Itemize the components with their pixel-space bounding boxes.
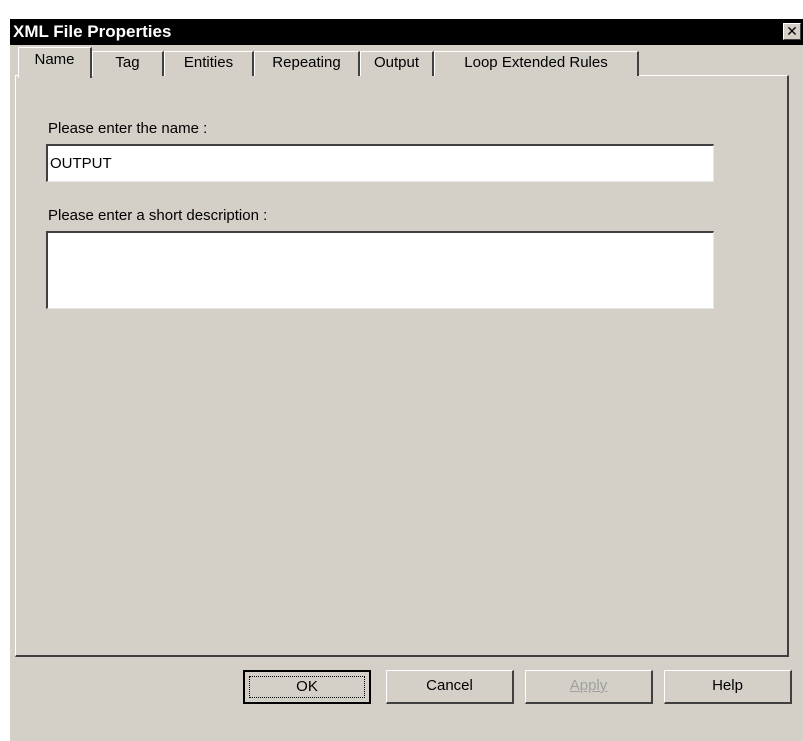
tab-repeating-label: Repeating xyxy=(272,54,341,71)
focus-rectangle xyxy=(249,676,365,698)
description-label: Please enter a short description : xyxy=(48,207,268,224)
tab-output-label: Output xyxy=(373,54,420,71)
description-textarea[interactable] xyxy=(46,231,714,309)
name-label: Please enter the name : xyxy=(48,120,208,137)
tab-name[interactable]: Name xyxy=(18,47,92,78)
tab-name-label: Name xyxy=(34,51,75,68)
tab-tag-label: Tag xyxy=(115,54,140,71)
tab-loop-extended-rules-label: Loop Extended Rules xyxy=(464,54,608,71)
apply-button-label: Apply xyxy=(569,677,608,694)
window-title: XML File Properties xyxy=(13,22,172,41)
ok-button[interactable]: OK xyxy=(243,670,371,704)
tab-repeating[interactable]: Repeating xyxy=(254,51,360,76)
cancel-button-label: Cancel xyxy=(426,677,473,694)
tab-loop-extended-rules[interactable]: Loop Extended Rules xyxy=(434,51,639,76)
help-button[interactable]: Help xyxy=(664,670,792,704)
tab-output[interactable]: Output xyxy=(360,51,434,76)
name-input[interactable] xyxy=(46,144,714,182)
tab-entities[interactable]: Entities xyxy=(164,51,254,76)
help-button-label: Help xyxy=(712,677,743,694)
cancel-button[interactable]: Cancel xyxy=(386,670,514,704)
title-bar: XML File Properties ✕ xyxy=(10,19,803,45)
tab-entities-label: Entities xyxy=(183,54,234,71)
apply-button: Apply xyxy=(525,670,653,704)
close-button[interactable]: ✕ xyxy=(783,23,801,40)
tab-tag[interactable]: Tag xyxy=(92,51,164,76)
close-icon: ✕ xyxy=(786,23,798,39)
